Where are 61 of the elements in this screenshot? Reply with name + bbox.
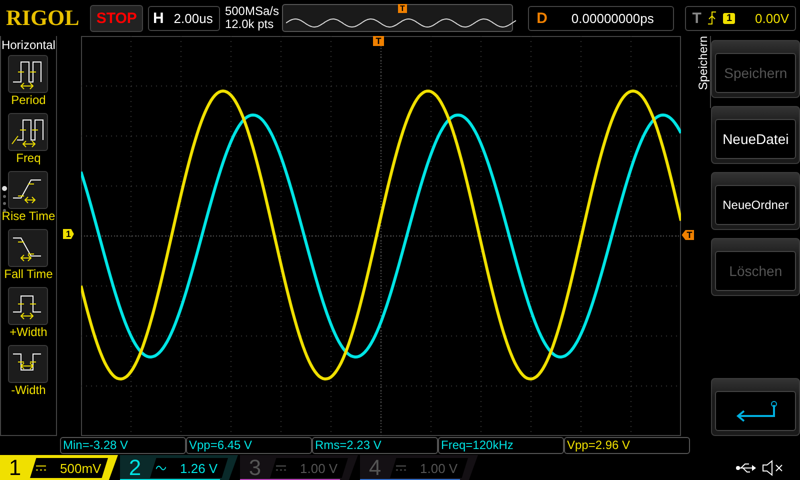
channel-number: 3 — [248, 455, 262, 480]
trigger-level: 0.00V — [755, 10, 789, 26]
freq-measure-icon — [8, 113, 48, 151]
menu-title: Horizontal — [1, 38, 56, 52]
brand-logo: RIGOL — [5, 5, 80, 31]
trigger-level-marker[interactable]: T — [682, 230, 694, 240]
run-stop-button[interactable]: STOP — [90, 4, 143, 32]
page-dot[interactable] — [3, 195, 6, 198]
trigger-channel-badge: 1 — [723, 12, 736, 24]
channel-scale: 500mV — [60, 460, 102, 476]
measurement-readout[interactable]: Vpp=2.96 V — [564, 437, 690, 454]
page-dot[interactable] — [3, 209, 6, 212]
measurement-readout[interactable]: Vpp=6.45 V — [186, 437, 312, 454]
page-dot[interactable] — [2, 186, 7, 191]
measure-item[interactable]: +Width — [8, 287, 48, 339]
pwidth-measure-icon — [8, 287, 48, 325]
timebase-label: H — [152, 10, 164, 26]
nwidth-measure-icon — [8, 345, 48, 383]
channel-scale: 1.00 V — [300, 460, 338, 476]
delay-box[interactable]: D 0.00000000ps — [528, 6, 674, 30]
delay-label: D — [536, 10, 548, 26]
ac-coupling-icon — [156, 465, 166, 471]
measure-item[interactable]: -Width — [8, 345, 48, 397]
measurement-readout[interactable]: Freq=120kHz — [438, 437, 564, 454]
speaker-muted-icon — [762, 460, 784, 476]
dc-coupling-icon — [276, 465, 286, 471]
period-measure-icon — [8, 55, 48, 93]
channel-scale: 1.00 V — [420, 460, 458, 476]
measure-item[interactable]: Freq — [8, 113, 48, 165]
measurement-readout[interactable]: Rms=2.23 V — [312, 437, 438, 454]
measure-item[interactable]: Period — [8, 55, 48, 107]
memory-depth: 12.0k pts — [224, 18, 275, 31]
channel-number: 4 — [368, 455, 382, 480]
channel-tab[interactable]: 2 1.26 V — [120, 455, 238, 480]
page-dot[interactable] — [3, 202, 6, 205]
trigger-position-marker: T — [398, 4, 407, 13]
timebase-box[interactable]: H 2.00us — [148, 6, 220, 30]
measurement-readout[interactable]: Min=-3.28 V — [60, 437, 186, 454]
dc-coupling-icon — [396, 465, 406, 471]
return-arrow-icon — [734, 400, 778, 422]
channel-scale: 1.26 V — [180, 460, 218, 476]
measure-item[interactable]: Fall Time — [4, 229, 53, 281]
measure-item[interactable]: Rise Time — [2, 171, 56, 223]
channel-number: 1 — [8, 455, 22, 480]
delay-value: 0.00000000ps — [571, 10, 654, 26]
rise-measure-icon — [8, 171, 48, 209]
trigger-box[interactable]: T 1 0.00V — [685, 6, 796, 30]
trigger-label: T — [692, 10, 702, 26]
usb-icon — [736, 463, 756, 473]
return-softkey[interactable] — [711, 378, 800, 436]
rising-edge-icon — [707, 11, 718, 25]
channel-tab[interactable]: 1 500mV — [0, 455, 118, 480]
trigger-position-marker[interactable]: T — [372, 36, 384, 46]
sample-rate: 500MSa/s — [224, 5, 277, 18]
menu-softkey[interactable]: NeueDatei — [711, 106, 800, 164]
channel-number: 2 — [128, 455, 142, 480]
timebase-value: 2.00us — [174, 10, 213, 26]
menu-softkey[interactable]: NeueOrdner — [711, 172, 800, 230]
fall-measure-icon — [8, 229, 48, 267]
dc-coupling-icon — [36, 465, 46, 471]
channel-level-marker[interactable]: 1 — [62, 229, 74, 239]
